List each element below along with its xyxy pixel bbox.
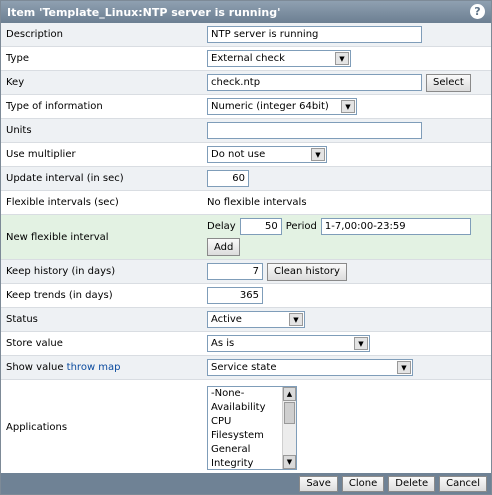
delete-button[interactable]: Delete [388,475,436,492]
chevron-down-icon: ▼ [311,148,325,161]
update-interval-label: Update interval (in sec) [6,173,124,184]
cancel-button[interactable]: Cancel [439,475,487,492]
row-update-interval: Update interval (in sec) [1,167,491,191]
store-value-select[interactable]: As is ▼ [207,335,370,352]
units-input[interactable] [207,122,422,139]
row-new-flexible-interval: New flexible interval Delay Period Add [1,215,491,260]
delay-input[interactable] [239,218,282,235]
period-input[interactable] [320,218,471,235]
clean-history-button[interactable]: Clean history [267,262,347,281]
keep-trends-label: Keep trends (in days) [6,290,113,301]
new-flexible-interval-label: New flexible interval [6,231,109,243]
use-multiplier-select[interactable]: Do not use ▼ [207,146,327,163]
description-input[interactable] [207,26,422,43]
status-select[interactable]: Active ▼ [207,311,305,328]
window-title: Item 'Template_Linux:NTP server is runni… [7,5,281,19]
keep-trends-input[interactable] [207,287,263,304]
clone-button[interactable]: Clone [341,475,385,492]
status-value: Active [211,314,242,325]
chevron-down-icon: ▼ [397,361,411,374]
type-label: Type [6,53,29,64]
row-status: Status Active ▼ [1,308,491,332]
show-value-value: Service state [211,362,277,373]
title-bar: Item 'Template_Linux:NTP server is runni… [1,1,491,23]
row-keep-trends: Keep trends (in days) [1,284,491,308]
status-label: Status [6,314,38,325]
chevron-down-icon: ▼ [289,313,303,326]
type-select-value: External check [211,53,285,64]
store-value-label: Store value [6,338,63,349]
show-value-select[interactable]: Service state ▼ [207,359,413,376]
item-form-window: Item 'Template_Linux:NTP server is runni… [0,0,492,495]
row-keep-history: Keep history (in days) Clean history [1,260,491,284]
save-button[interactable]: Save [299,475,338,492]
type-of-information-value: Numeric (integer 64bit) [211,101,329,112]
description-label: Description [6,29,63,40]
flexible-intervals-label: Flexible intervals (sec) [6,197,119,208]
row-use-multiplier: Use multiplier Do not use ▼ [1,143,491,167]
footer-toolbar: Save Clone Delete Cancel [1,473,491,494]
chevron-down-icon: ▼ [335,52,349,65]
row-applications: Applications -None- Availability CPU Fil… [1,380,491,476]
key-input[interactable] [207,74,422,91]
listbox-scrollbar[interactable]: ▲ ▼ [282,386,296,469]
scroll-up-icon[interactable]: ▲ [283,386,296,401]
throw-map-link[interactable]: throw map [67,362,121,373]
scroll-down-icon[interactable]: ▼ [283,454,296,469]
type-of-information-select[interactable]: Numeric (integer 64bit) ▼ [207,98,357,115]
row-type: Type External check ▼ [1,47,491,71]
row-units: Units [1,119,491,143]
type-select[interactable]: External check ▼ [207,50,351,67]
select-key-button[interactable]: Select [426,73,471,92]
keep-history-label: Keep history (in days) [6,266,116,277]
row-flexible-intervals: Flexible intervals (sec) No flexible int… [1,191,491,215]
scrollbar-thumb[interactable] [284,401,295,424]
row-show-value: Show value throw map Service state ▼ [1,356,491,380]
period-label: Period [285,221,317,232]
keep-history-input[interactable] [207,263,263,280]
row-key: Key Select [1,71,491,95]
delay-label: Delay [207,221,236,232]
type-of-information-label: Type of information [6,101,103,112]
update-interval-input[interactable] [207,170,249,187]
chevron-down-icon: ▼ [354,337,368,350]
row-store-value: Store value As is ▼ [1,332,491,356]
chevron-down-icon: ▼ [341,100,355,113]
row-type-of-information: Type of information Numeric (integer 64b… [1,95,491,119]
applications-label: Applications [6,422,68,433]
row-description: Description [1,23,491,47]
add-interval-button[interactable]: Add [207,238,241,256]
show-value-label: Show value [6,362,64,373]
key-label: Key [6,77,25,88]
help-icon[interactable]: ? [470,4,485,19]
flexible-intervals-value: No flexible intervals [207,197,307,208]
use-multiplier-value: Do not use [211,149,266,160]
store-value-value: As is [211,338,235,349]
use-multiplier-label: Use multiplier [6,149,76,160]
applications-listbox[interactable]: -None- Availability CPU Filesystem Gener… [207,385,297,470]
units-label: Units [6,125,32,136]
